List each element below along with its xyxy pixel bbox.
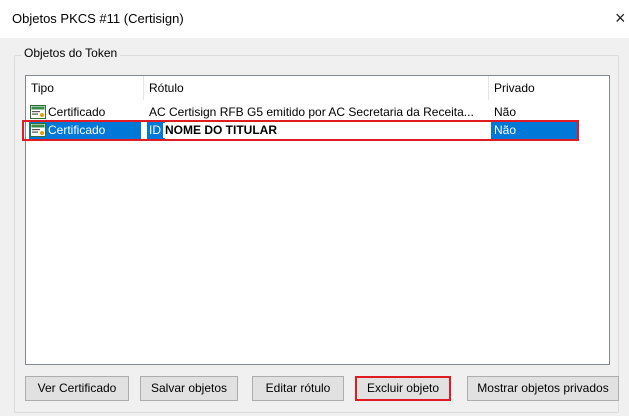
view-certificate-button[interactable]: Ver Certificado [25,376,129,401]
save-objects-button[interactable]: Salvar objetos [140,376,238,401]
certificate-icon [30,105,46,119]
close-icon[interactable]: × [615,6,629,30]
certificate-icon [30,123,46,137]
row-tipo: Certificado [48,105,106,119]
column-header-privado[interactable]: Privado [489,76,609,100]
row-rotulo-name: NOME DO TITULAR [163,123,279,138]
column-header-tipo[interactable]: Tipo [26,76,144,100]
objects-list[interactable]: Tipo Rótulo Privado Certificado AC Certi… [25,75,610,365]
title-bar: Objetos PKCS #11 (Certisign) × [0,0,629,38]
group-label: Objetos do Token [21,46,121,60]
row-privado: Não [494,105,517,119]
row-tipo: Certificado [48,123,106,137]
column-header-rotulo[interactable]: Rótulo [144,76,489,100]
delete-object-button[interactable]: Excluir objeto [355,376,451,401]
edit-label-button[interactable]: Editar rótulo [252,376,344,401]
list-header: Tipo Rótulo Privado [26,76,609,100]
show-private-objects-button[interactable]: Mostrar objetos privados [467,376,619,401]
list-row-selected[interactable]: Certificado ID NOME DO TITULAR Não [26,122,609,139]
row-rotulo: AC Certisign RFB G5 emitido por AC Secre… [149,105,474,119]
row-privado: Não [494,123,517,137]
window-title: Objetos PKCS #11 (Certisign) [12,11,184,26]
list-row[interactable]: Certificado AC Certisign RFB G5 emitido … [26,104,609,121]
